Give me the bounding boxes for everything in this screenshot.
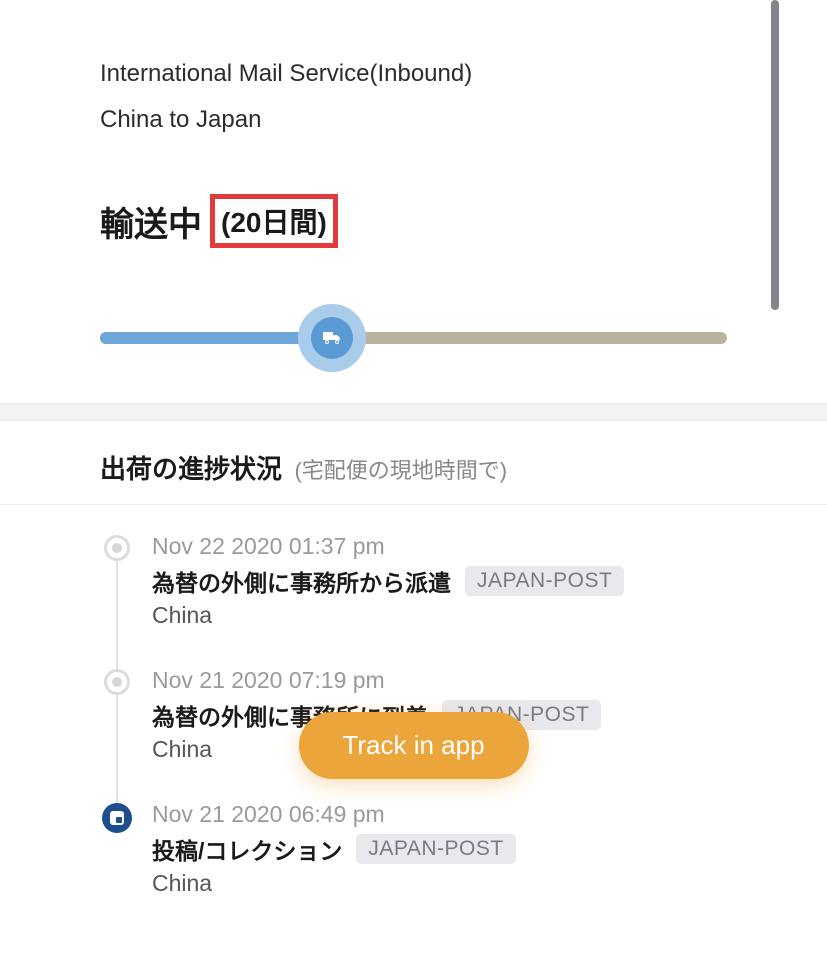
track-in-app-button[interactable]: Track in app [298,712,528,779]
timeline-event: Nov 21 2020 06:49 pm 投稿/コレクション JAPAN-POS… [100,801,727,897]
event-date: Nov 21 2020 07:19 pm [152,667,727,694]
progress-section-header: 出荷の進捗状況 (宅配便の現地時間で) [0,421,827,504]
timeline-dot [104,535,130,561]
event-desc-row: 投稿/コレクション JAPAN-POST [152,832,727,866]
shipment-summary: International Mail Service(Inbound) Chin… [0,0,827,403]
service-name: International Mail Service(Inbound) [100,60,727,88]
progress-subtitle: (宅配便の現地時間で) [294,458,507,483]
progress-node-inner [311,317,353,359]
route: China to Japan [100,106,727,134]
event-location: China [152,870,727,897]
event-desc-row: 為替の外側に事務所から派遣 JAPAN-POST [152,564,727,598]
event-date: Nov 21 2020 06:49 pm [152,801,727,828]
event-description: 投稿/コレクション [152,832,342,866]
progress-title: 出荷の進捗状況 [100,454,282,484]
status-line: 輸送中 (20日間) [100,194,727,248]
duration-text: (20日間) [221,207,327,238]
event-location: China [152,602,727,629]
event-date: Nov 22 2020 01:37 pm [152,533,727,560]
timeline-event: Nov 22 2020 01:37 pm 為替の外側に事務所から派遣 JAPAN… [100,533,727,667]
timeline-connector [116,547,118,667]
carrier-badge: JAPAN-POST [356,834,515,864]
timeline-dot [104,669,130,695]
progress-bar [100,303,727,373]
timeline-origin-dot [102,803,132,833]
event-description: 為替の外側に事務所から派遣 [152,564,451,598]
timeline-dot-inner [110,811,124,825]
truck-icon [320,326,344,350]
timeline-dot-inner [112,677,122,687]
carrier-badge: JAPAN-POST [465,566,624,596]
timeline-dot-inner [112,543,122,553]
status-label: 輸送中 [100,197,202,246]
section-divider [0,403,827,421]
progress-node [298,304,366,372]
scrollbar[interactable] [771,0,779,310]
duration-highlight: (20日間) [210,194,338,248]
